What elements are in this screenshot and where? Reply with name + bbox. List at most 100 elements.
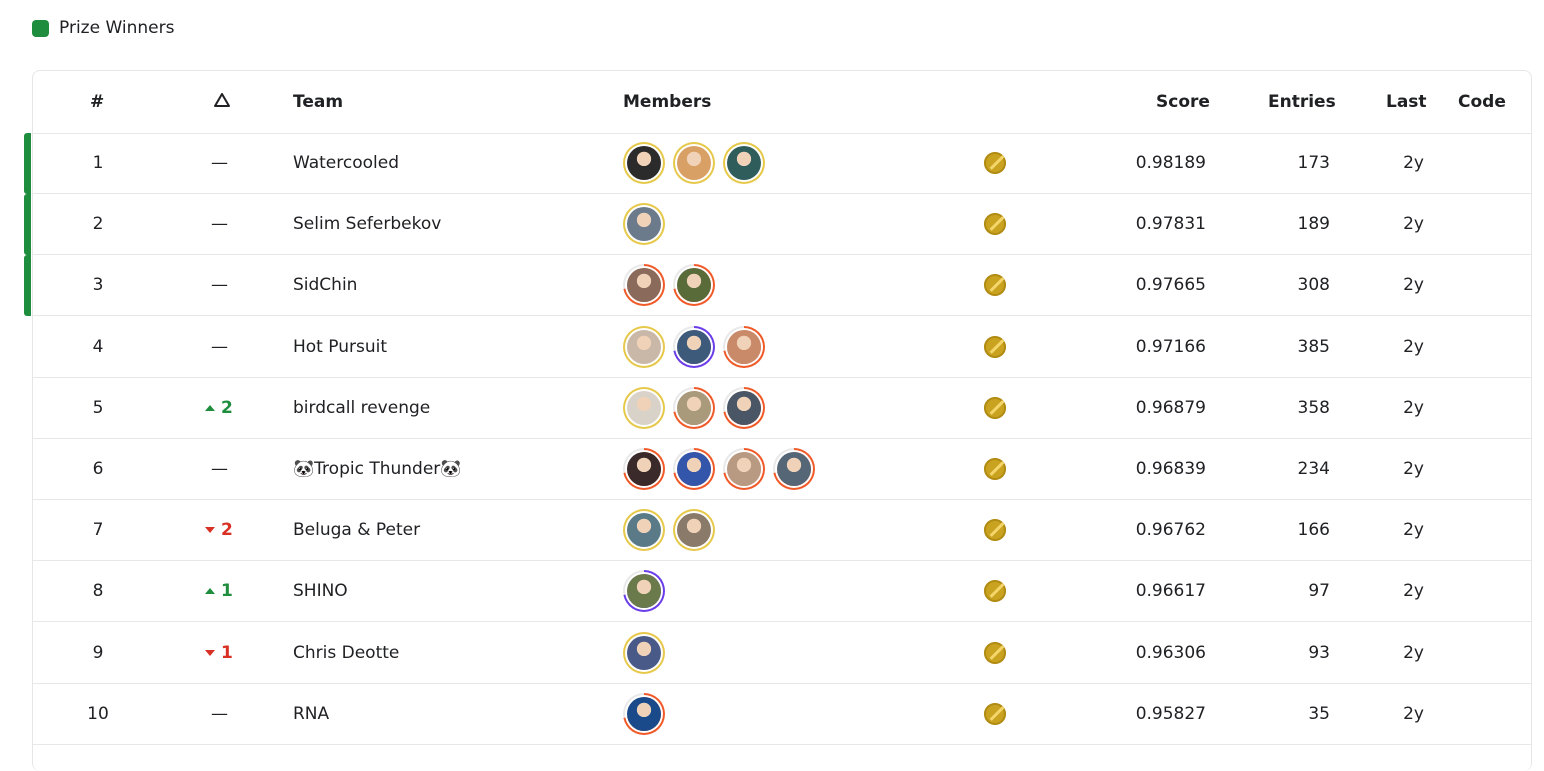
rank-change-value: 2 [221,397,233,418]
header-score[interactable]: Score [1156,71,1210,133]
caret-down-icon [205,649,215,656]
team-name[interactable]: Hot Pursuit [293,317,593,377]
triangle-delta-icon[interactable] [213,92,231,108]
user-photo-icon [627,390,661,425]
header-last[interactable]: Last [1386,71,1427,133]
rank-change-value: 2 [221,520,233,541]
member-avatar[interactable] [623,631,665,674]
leaderboard-table: # Team Members Score Entries Last Code 1… [24,70,1532,771]
member-avatar[interactable] [673,386,715,429]
team-members [623,570,673,613]
team-members [623,386,773,429]
user-photo-icon [627,635,661,670]
prize-winner-indicator [24,194,31,256]
table-row[interactable]: 7 2 Beluga & Peter 0.96762 166 2y [33,500,1531,562]
rank-change-value: 1 [221,642,233,663]
member-avatar[interactable] [623,142,665,184]
user-photo-icon [677,452,711,486]
team-name[interactable]: birdcall revenge [293,378,593,438]
table-row[interactable]: 2 — Selim Seferbekov 0.97831 189 2y [24,194,1531,256]
score: 0.97831 [1135,214,1206,235]
member-avatar[interactable] [623,509,665,552]
team-members [623,203,673,246]
rank-change: 1 [205,623,265,683]
entries-count: 35 [1308,703,1330,724]
user-photo-icon [677,329,711,364]
rank-change: — [211,336,228,357]
member-avatar[interactable] [723,142,765,184]
user-photo-icon [627,452,661,486]
last-submission: 2y [1403,275,1424,296]
table-row[interactable]: 1 — Watercooled 0.98189 173 2y [24,133,1531,194]
team-name[interactable]: Beluga & Peter [293,500,593,560]
entries-count: 308 [1297,275,1330,296]
gold-medal-icon [984,213,1006,236]
gold-medal-icon [984,580,1006,603]
team-name[interactable]: Chris Deotte [293,623,593,683]
member-avatar[interactable] [623,448,665,490]
score: 0.97166 [1135,336,1206,357]
member-avatar[interactable] [623,386,665,429]
last-submission: 2y [1403,520,1424,541]
team-name[interactable]: SHINO [293,561,593,621]
member-avatar[interactable] [623,570,665,613]
gold-medal-icon [984,458,1006,480]
member-avatar[interactable] [673,264,715,307]
entries-count: 189 [1297,214,1330,235]
team-name[interactable]: 🐼Tropic Thunder🐼 [293,439,593,499]
team-members [623,631,673,674]
rank-change: 2 [205,500,265,560]
member-avatar[interactable] [673,509,715,552]
table-row[interactable]: 9 1 Chris Deotte 0.96306 93 2y [33,623,1531,684]
member-avatar[interactable] [723,448,765,490]
member-avatar[interactable] [623,203,665,246]
team-name[interactable]: Selim Seferbekov [293,194,593,254]
member-avatar[interactable] [723,386,765,429]
user-photo-icon [777,452,811,486]
score: 0.95827 [1135,703,1206,724]
member-avatar[interactable] [623,264,665,307]
entries-count: 385 [1297,336,1330,357]
header-team[interactable]: Team [293,71,343,133]
team-name[interactable]: RNA [293,684,593,744]
gold-medal-icon [984,396,1006,419]
table-row[interactable]: 10 — RNA 0.95827 35 2y [33,684,1531,745]
member-avatar[interactable] [723,325,765,368]
team-members [623,509,723,552]
team-name[interactable]: Watercooled [293,133,593,193]
team-name[interactable]: SidChin [293,255,593,315]
user-photo-icon [627,207,661,242]
rank: 8 [92,581,104,602]
rank: 5 [92,397,104,418]
team-members [623,142,773,184]
score: 0.96839 [1135,459,1206,479]
team-members [623,692,673,735]
table-row[interactable]: 3 — SidChin 0.97665 308 2y [24,255,1531,317]
user-photo-icon [677,513,711,548]
user-photo-icon [727,390,761,425]
table-row[interactable]: 5 2 birdcall revenge 0.96879 358 2y [33,378,1531,439]
score: 0.96617 [1135,581,1206,602]
header-entries[interactable]: Entries [1268,71,1336,133]
user-photo-icon [727,146,761,180]
member-avatar[interactable] [773,448,815,490]
table-row[interactable]: 4 — Hot Pursuit 0.97166 385 2y [33,317,1531,378]
score: 0.96879 [1135,397,1206,418]
member-avatar[interactable] [673,142,715,184]
score: 0.97665 [1135,275,1206,296]
last-submission: 2y [1403,581,1424,602]
table-header: # Team Members Score Entries Last Code [33,71,1531,134]
member-avatar[interactable] [673,448,715,490]
header-rank[interactable]: # [90,71,104,133]
member-avatar[interactable] [623,325,665,368]
table-row[interactable]: 8 1 SHINO 0.96617 97 2y [33,561,1531,623]
team-members [623,325,773,368]
table-row[interactable]: 6 — 🐼Tropic Thunder🐼 0.96839 234 2y [33,439,1531,500]
member-avatar[interactable] [623,692,665,735]
rank: 7 [92,520,104,541]
team-members [623,264,723,307]
entries-count: 173 [1297,153,1330,173]
member-avatar[interactable] [673,325,715,368]
legend: Prize Winners [32,16,174,40]
rank: 10 [87,703,109,724]
